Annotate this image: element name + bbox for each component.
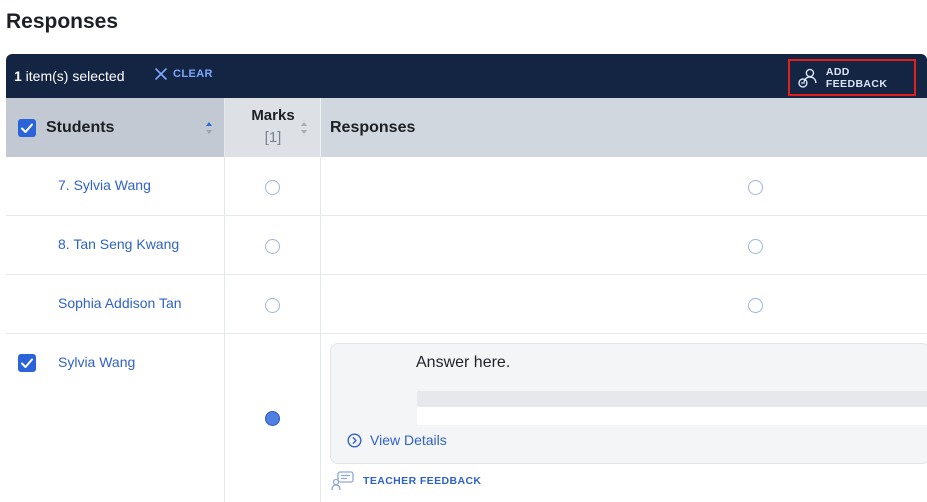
students-column-label: Students: [46, 119, 115, 136]
feedback-bubble-icon: [331, 471, 354, 491]
view-details-label: View Details: [370, 432, 447, 448]
clear-button-label: CLEAR: [173, 68, 213, 80]
response-preview-area: [417, 407, 927, 425]
table-row: 8. Tan Seng Kwang: [6, 216, 927, 275]
header-students[interactable]: Students: [6, 98, 225, 157]
selection-toolbar: 1 item(s) selected CLEAR ADD FEEDBACK: [6, 54, 927, 98]
select-all-checkbox[interactable]: [18, 119, 36, 137]
view-details-link[interactable]: View Details: [347, 432, 447, 448]
marks-cell: [225, 216, 321, 274]
student-link[interactable]: Sylvia Wang: [58, 354, 135, 370]
checkmark-icon: [21, 123, 33, 133]
header-marks[interactable]: Marks [1]: [225, 98, 321, 157]
response-radio[interactable]: [748, 298, 763, 313]
table-header: Students Marks [1] Responses: [6, 98, 927, 157]
responses-table: 1 item(s) selected CLEAR ADD FEEDBACK St…: [6, 54, 927, 502]
sort-icon[interactable]: [205, 121, 213, 135]
add-feedback-label: ADD FEEDBACK: [825, 65, 888, 90]
selected-suffix: item(s) selected: [21, 68, 125, 84]
table-row-selected: Sylvia Wang Answer here. View Details TE…: [6, 334, 927, 502]
response-preview-bar: [417, 391, 927, 407]
mark-radio[interactable]: [265, 180, 280, 195]
marks-cell: [225, 275, 321, 333]
add-feedback-button[interactable]: ADD FEEDBACK: [788, 59, 916, 96]
selection-count: 1 item(s) selected: [14, 68, 125, 84]
feedback-person-icon: [798, 68, 817, 88]
response-card: Answer here. View Details: [330, 343, 927, 464]
student-cell: Sylvia Wang: [6, 334, 225, 502]
chevron-circle-right-icon: [347, 432, 362, 448]
row-checkbox[interactable]: [18, 354, 36, 372]
marks-cell: [225, 334, 321, 502]
student-link[interactable]: Sophia Addison Tan: [58, 295, 182, 311]
mark-radio-selected[interactable]: [265, 411, 280, 426]
marks-cell: [225, 157, 321, 215]
student-link[interactable]: 8. Tan Seng Kwang: [58, 236, 179, 252]
clear-button[interactable]: CLEAR: [154, 67, 213, 81]
table-row: 7. Sylvia Wang: [6, 157, 927, 216]
sort-icon[interactable]: [300, 121, 308, 135]
response-text: Answer here.: [416, 354, 511, 371]
response-radio[interactable]: [748, 180, 763, 195]
response-radio[interactable]: [748, 239, 763, 254]
page-title: Responses: [6, 10, 119, 33]
mark-radio[interactable]: [265, 239, 280, 254]
table-row: Sophia Addison Tan: [6, 275, 927, 334]
checkmark-icon: [21, 358, 33, 368]
close-icon: [155, 68, 167, 80]
selected-number: 1: [14, 68, 22, 84]
student-cell: Sophia Addison Tan: [6, 275, 225, 333]
mark-radio[interactable]: [265, 298, 280, 313]
teacher-feedback-button[interactable]: TEACHER FEEDBACK: [331, 471, 481, 491]
student-cell: 7. Sylvia Wang: [6, 157, 225, 215]
header-responses: Responses: [321, 98, 927, 157]
student-cell: 8. Tan Seng Kwang: [6, 216, 225, 274]
student-link[interactable]: 7. Sylvia Wang: [58, 177, 151, 193]
teacher-feedback-label: TEACHER FEEDBACK: [363, 475, 482, 487]
responses-column-label: Responses: [330, 119, 416, 136]
